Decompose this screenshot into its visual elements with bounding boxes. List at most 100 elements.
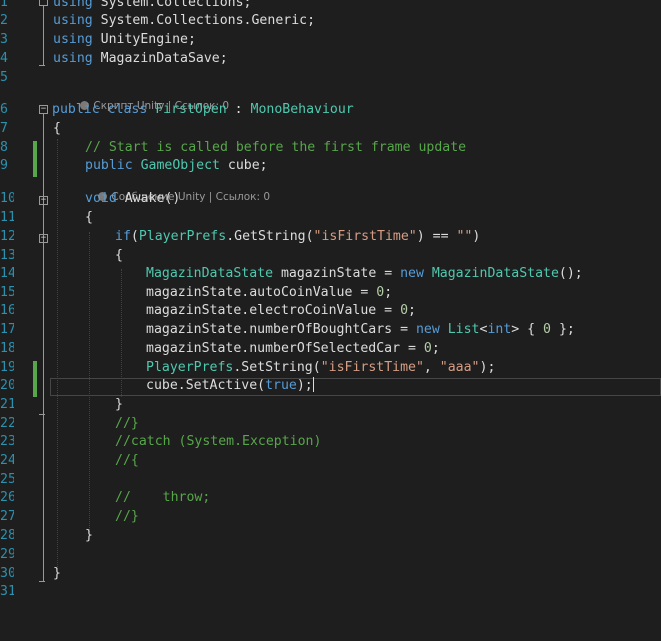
code-text: }; — [551, 322, 575, 337]
code-line-17[interactable]: magazinState.numberOfBoughtCars = new Li… — [146, 321, 575, 340]
code-line-22[interactable]: //} — [115, 415, 139, 434]
code-line-13[interactable]: { — [115, 247, 123, 266]
line-number: 19 — [0, 360, 14, 375]
code-line-6[interactable]: public class FirstOpen : MonoBehaviour — [52, 101, 354, 120]
line-number: 22 — [0, 416, 14, 431]
code-line-18[interactable]: magazinState.numberOfSelectedCar = 0; — [146, 340, 440, 359]
change-bar — [33, 361, 37, 397]
code-line-3[interactable]: using UnityEngine; — [53, 31, 196, 50]
keyword: int — [487, 322, 512, 337]
code-line-28[interactable]: } — [85, 527, 93, 546]
code-line-10[interactable]: void Awake() — [85, 190, 180, 209]
outline-end — [39, 414, 45, 415]
number-literal: 0 — [376, 285, 385, 300]
code-text: magazinState = — [273, 266, 401, 281]
code-line-2[interactable]: using System.Collections.Generic; — [53, 12, 315, 31]
code-text: .SetString( — [233, 360, 321, 375]
number-literal: 0 — [423, 341, 432, 356]
keyword: public — [52, 102, 100, 117]
code-line-23[interactable]: //catch (System.Exception) — [115, 433, 321, 452]
code-text: { — [519, 322, 544, 337]
line-number: 17 — [0, 322, 14, 337]
comment: // throw; — [115, 490, 211, 505]
keyword: if — [115, 229, 131, 244]
code-line-9[interactable]: public GameObject cube; — [85, 157, 268, 176]
code-line-4[interactable]: using MagazinDataSave; — [53, 50, 228, 69]
keyword: using — [53, 0, 93, 10]
line-number: 13 — [0, 248, 14, 263]
code-text: ); — [479, 360, 496, 375]
code-text: cube.SetActive( — [146, 378, 266, 393]
code-line-20[interactable]: cube.SetActive(true); — [146, 377, 314, 396]
string-literal: "isFirstTime" — [313, 229, 417, 244]
code-line-11[interactable]: { — [85, 209, 93, 228]
current-line-highlight — [50, 378, 661, 396]
code-line-16[interactable]: magazinState.electroCoinValue = 0; — [146, 302, 416, 321]
class-name: FirstOpen — [155, 102, 227, 117]
comment: //catch (System.Exception) — [115, 434, 322, 449]
code-text: UnityEngine; — [92, 32, 196, 47]
collapse-icon[interactable]: − — [39, 196, 48, 205]
indent-guide — [57, 139, 58, 569]
code-line-14[interactable]: MagazinDataState magazinState = new Maga… — [146, 265, 583, 284]
line-number: 16 — [0, 303, 14, 318]
line-number: 20 — [0, 378, 14, 393]
code-text: (); — [558, 266, 583, 281]
code-line-30[interactable]: } — [53, 565, 61, 584]
line-number: 14 — [0, 266, 14, 281]
type-name: PlayerPrefs — [146, 360, 234, 375]
code-line-26[interactable]: // throw; — [115, 489, 210, 508]
line-number: 25 — [0, 472, 14, 487]
code-text: ( — [130, 229, 139, 244]
type-name: GameObject — [132, 158, 220, 173]
code-text: ) — [472, 229, 481, 244]
string-literal: "" — [456, 229, 473, 244]
code-text: { — [85, 210, 93, 225]
code-text: cube; — [219, 158, 268, 173]
type-name: List — [439, 322, 480, 337]
code-text: : — [226, 102, 251, 117]
number-literal: 0 — [543, 322, 551, 337]
code-text: System.Collections.Generic; — [92, 13, 316, 28]
code-line-19[interactable]: PlayerPrefs.SetString("isFirstTime", "aa… — [146, 359, 495, 378]
line-number: 12 — [0, 229, 14, 244]
line-number: 27 — [0, 509, 14, 524]
code-line-12[interactable]: if(PlayerPrefs.GetString("isFirstTime") … — [115, 228, 480, 247]
code-text: ); — [296, 378, 313, 393]
type-name: PlayerPrefs — [138, 229, 227, 244]
code-editor[interactable]: 1 2 3 4 5 6 7 8 9 10 11 12 13 14 15 16 17 18 19 20 21 22 23 24 2… — [0, 0, 661, 641]
collapse-icon[interactable]: − — [39, 234, 48, 243]
code-line-24[interactable]: //{ — [115, 452, 139, 471]
code-line-8[interactable]: // Start is called before the first fram… — [85, 139, 466, 158]
base-class: MonoBehaviour — [250, 102, 354, 117]
line-number: 24 — [0, 453, 14, 468]
code-line-1[interactable]: using System.Collections; — [53, 0, 252, 13]
type-name: MagazinDataState — [423, 266, 559, 281]
comment: //} — [115, 416, 139, 431]
code-text: ) == — [416, 229, 457, 244]
code-text: Awake() — [116, 191, 181, 206]
keyword: new — [400, 266, 424, 281]
keyword: void — [85, 191, 117, 206]
collapse-icon[interactable]: − — [39, 105, 48, 114]
line-number: 18 — [0, 341, 14, 356]
code-text: } — [115, 397, 123, 412]
line-number: 7 — [0, 121, 8, 136]
line-number: 15 — [0, 285, 14, 300]
code-line-27[interactable]: //} — [115, 508, 139, 527]
type-name: MagazinDataState — [146, 266, 274, 281]
code-line-15[interactable]: magazinState.autoCoinValue = 0; — [146, 284, 392, 303]
line-number: 2 — [0, 13, 8, 28]
line-number: 30 — [0, 566, 14, 581]
keyword: class — [99, 102, 156, 117]
keyword: using — [53, 32, 93, 47]
keyword: using — [53, 13, 93, 28]
code-text: magazinState.autoCoinValue = — [146, 285, 377, 300]
line-number: 29 — [0, 547, 14, 562]
line-number: 28 — [0, 528, 14, 543]
line-number: 26 — [0, 490, 14, 505]
line-number: 11 — [0, 210, 14, 225]
number-literal: 0 — [400, 303, 409, 318]
code-line-7[interactable]: { — [53, 120, 61, 139]
code-line-21[interactable]: } — [115, 396, 123, 415]
